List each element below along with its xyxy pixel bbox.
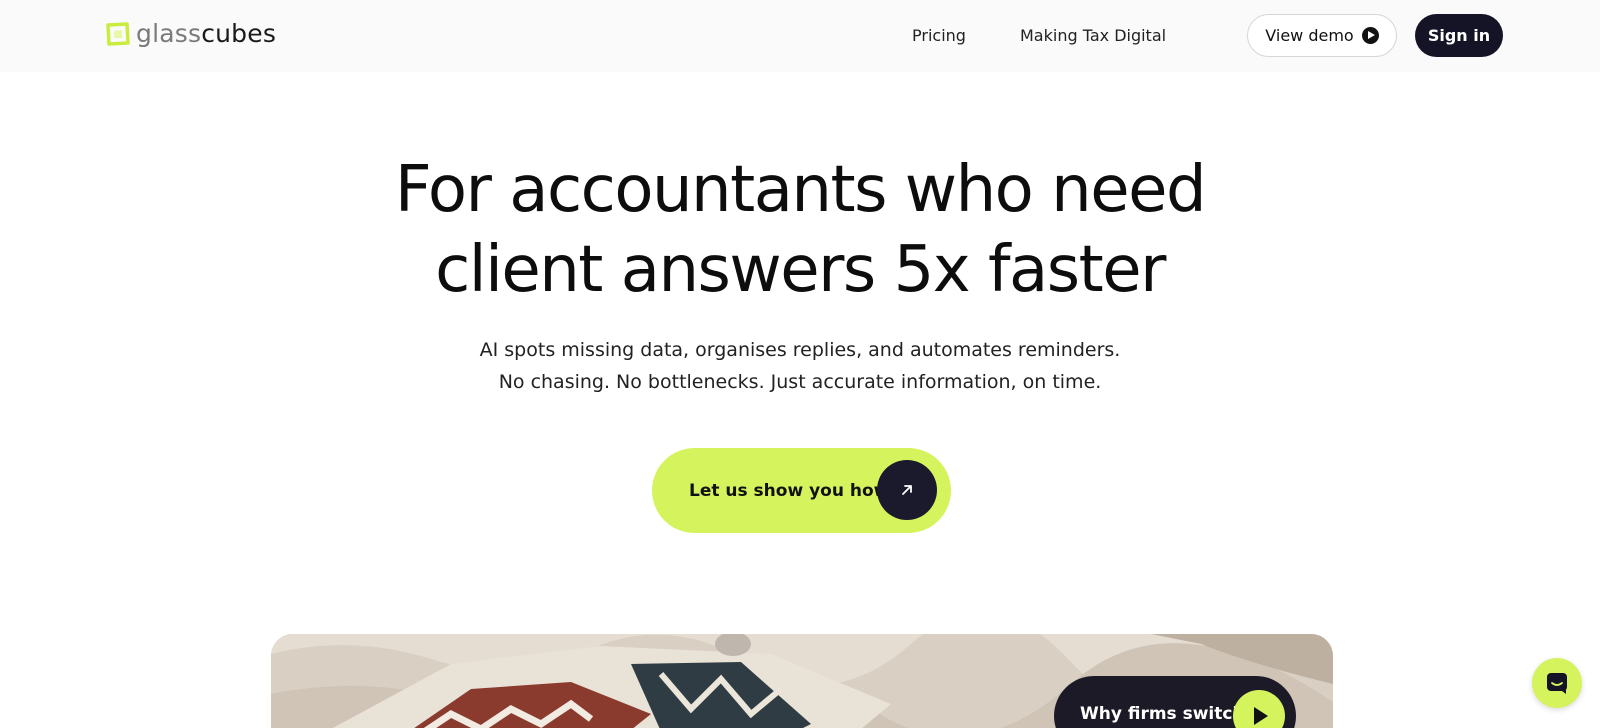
brand-wordmark: glasscubes (136, 19, 277, 48)
nav-link-pricing[interactable]: Pricing (912, 25, 966, 47)
chat-icon[interactable] (1532, 658, 1582, 708)
nav-link-making-tax-digital[interactable]: Making Tax Digital (1020, 25, 1166, 47)
hero-subtitle-line-2: No chasing. No bottlenecks. Just accurat… (498, 371, 1102, 393)
why-firms-switch-label: Why firms switch (1080, 704, 1245, 724)
show-you-how-button[interactable]: Let us show you how (652, 448, 951, 533)
hero-subtitle-line-1: AI spots missing data, organises replies… (479, 339, 1121, 361)
brand-logo[interactable]: glasscubes (106, 20, 276, 48)
hero-title-highlight: 5x faster (889, 230, 1170, 310)
hero-title-line-1: For accountants who need (394, 153, 1207, 227)
arrow-up-right-icon (877, 460, 937, 520)
view-demo-label: View demo (1265, 26, 1354, 45)
hero-subtitle: AI spots missing data, organises replies… (0, 334, 1600, 398)
play-icon (1233, 690, 1285, 728)
hero-title-line-2: client answers 5x faster (0, 230, 1600, 310)
hero-title-plain: client answers (435, 233, 894, 307)
play-circle-icon (1361, 27, 1379, 44)
why-firms-switch-button[interactable]: Why firms switch (1054, 676, 1296, 728)
site-header: glasscubes Pricing Making Tax Digital Vi… (0, 0, 1600, 72)
sign-in-button[interactable]: Sign in (1415, 14, 1503, 57)
view-demo-button[interactable]: View demo (1247, 14, 1397, 57)
hero-title: For accountants who need client answers … (0, 150, 1600, 310)
square-logo-icon (106, 22, 130, 46)
cta-label: Let us show you how (689, 480, 890, 501)
